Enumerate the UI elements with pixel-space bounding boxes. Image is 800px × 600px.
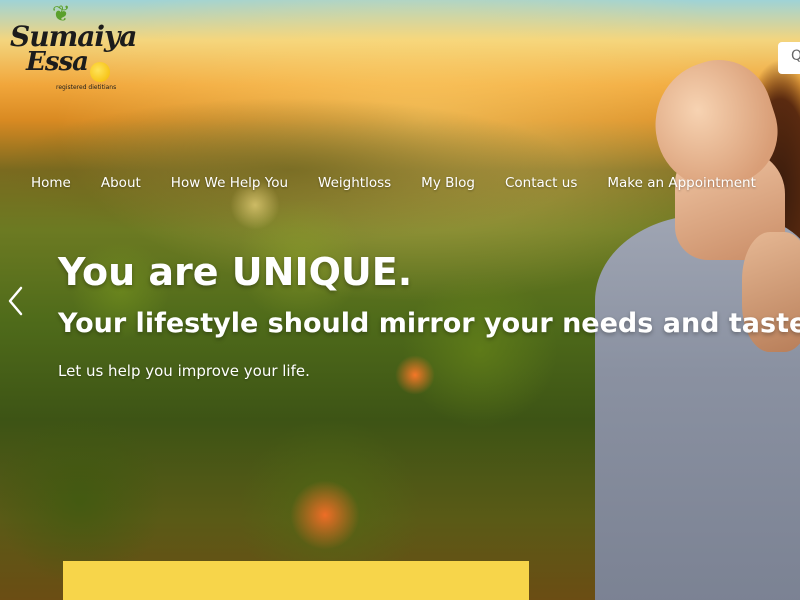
lemon-icon (90, 62, 110, 82)
nav-item-home[interactable]: Home (16, 172, 86, 196)
hero-body-text: Let us help you improve your life. (58, 362, 310, 380)
sun-flare (290, 480, 360, 550)
main-nav: Home About How We Help You Weightloss My… (16, 172, 771, 196)
logo-name-line2: Essa (26, 47, 89, 77)
search-icon: Q (791, 48, 800, 64)
sun-flare (395, 355, 435, 395)
search-button[interactable]: Q (778, 42, 800, 74)
nav-item-make-an-appointment[interactable]: Make an Appointment (592, 172, 771, 196)
nav-item-how-we-help-you[interactable]: How We Help You (156, 172, 303, 196)
nav-item-my-blog[interactable]: My Blog (406, 172, 490, 196)
logo-tagline: registered dietitians (56, 84, 117, 91)
site-logo[interactable]: ❦ Sumaiya Essa registered dietitians (8, 2, 138, 94)
hero-subheadline: Your lifestyle should mirror your needs … (58, 308, 800, 339)
nav-item-contact-us[interactable]: Contact us (490, 172, 592, 196)
chevron-left-icon[interactable] (4, 285, 28, 317)
nav-item-weightloss[interactable]: Weightloss (303, 172, 406, 196)
cta-banner[interactable] (63, 561, 529, 600)
nav-item-about[interactable]: About (86, 172, 156, 196)
hero-headline: You are UNIQUE. (58, 250, 413, 294)
